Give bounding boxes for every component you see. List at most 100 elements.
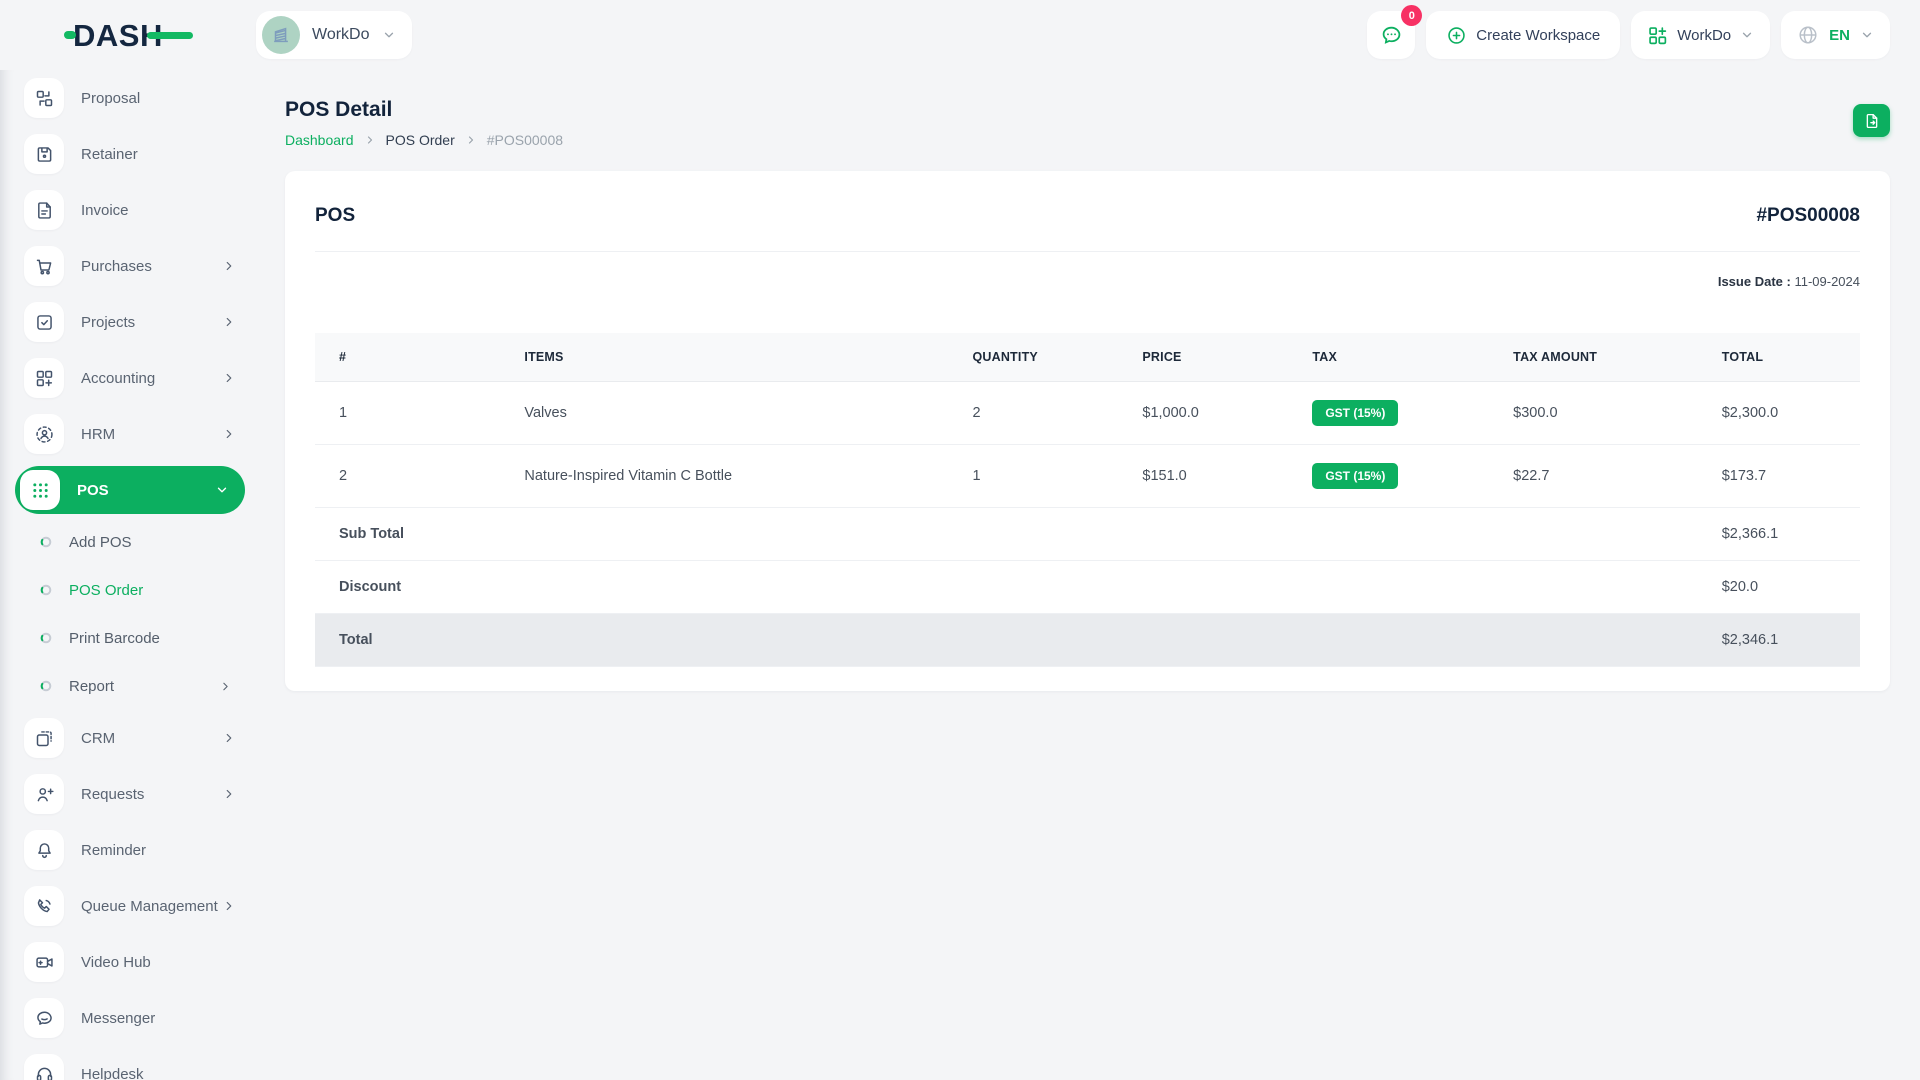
sidebar-subitem-pos-order[interactable]: POS Order: [40, 570, 242, 610]
pos-items-table: # ITEMS QUANTITY PRICE TAX TAX AMOUNT TO…: [315, 333, 1860, 667]
sidebar-item-messenger[interactable]: Messenger: [24, 994, 242, 1042]
sidebar-subitem-add-pos[interactable]: Add POS: [40, 522, 242, 562]
col-header-tax-amount: TAX AMOUNT: [1489, 333, 1698, 382]
breadcrumb-current: #POS00008: [486, 132, 564, 148]
chevron-right-icon: [226, 373, 232, 383]
workspace-selector[interactable]: WorkDo: [256, 11, 412, 59]
sidebar-item-requests[interactable]: Requests: [24, 770, 242, 818]
discount-value: $20.0: [1697, 560, 1860, 614]
cell-index: 1: [315, 381, 501, 445]
sidebar-item-retainer[interactable]: Retainer: [24, 130, 242, 178]
sidebar: Proposal Retainer Invoice Purchases Proj…: [0, 70, 256, 1080]
chevron-right-icon: [226, 317, 232, 327]
sidebar-subitem-report[interactable]: Report: [40, 666, 242, 706]
sidebar-subitem-print-barcode[interactable]: Print Barcode: [40, 618, 242, 658]
chevron-right-icon: [226, 261, 232, 271]
export-document-icon: [1866, 113, 1877, 128]
logo-dot-icon: [64, 31, 76, 39]
retainer-icon: [24, 134, 64, 174]
helpdesk-headset-icon: [24, 1054, 64, 1080]
issue-date-value: 11-09-2024: [1794, 274, 1860, 289]
pos-number: #POS00008: [1756, 205, 1860, 226]
sidebar-item-crm[interactable]: CRM: [24, 714, 242, 762]
total-row: Total $2,346.1: [315, 613, 1860, 667]
export-pos-button[interactable]: [1853, 104, 1890, 137]
chat-icon: [1382, 26, 1401, 44]
breadcrumb-separator-icon: [367, 136, 372, 144]
cell-tax: GST (15%): [1288, 381, 1490, 445]
cell-tax-amount: $22.7: [1489, 444, 1698, 508]
pos-card-title: POS: [315, 205, 356, 226]
bullet-ring-icon: [40, 584, 52, 596]
crm-icon: [24, 718, 64, 758]
bullet-ring-icon: [40, 680, 52, 692]
table-header-row: # ITEMS QUANTITY PRICE TAX TAX AMOUNT TO…: [315, 333, 1860, 382]
sidebar-item-queue-management[interactable]: Queue Management: [24, 882, 242, 930]
queue-phone-icon: [24, 886, 64, 926]
col-header-tax: TAX: [1288, 333, 1490, 382]
invoice-icon: [24, 190, 64, 230]
col-header-total: TOTAL: [1697, 333, 1860, 382]
cell-item: Nature-Inspired Vitamin C Bottle: [500, 444, 949, 508]
apps-grid-icon: [1649, 26, 1667, 44]
sidebar-item-hrm[interactable]: HRM: [24, 410, 242, 458]
cell-tax-amount: $300.0: [1489, 381, 1698, 445]
chevron-down-icon: [217, 487, 227, 493]
dash-logo[interactable]: DASH: [64, 20, 193, 51]
table-row: 1 Valves 2 $1,000.0 GST (15%) $300.0 $2,…: [315, 381, 1860, 445]
sidebar-item-projects[interactable]: Projects: [24, 298, 242, 346]
sidebar-item-video-hub[interactable]: Video Hub: [24, 938, 242, 986]
workspace-name: WorkDo: [312, 26, 370, 43]
top-bar: DASH WorkDo 0 Create Workspace WorkDo EN: [0, 0, 1920, 70]
create-workspace-button[interactable]: Create Workspace: [1426, 11, 1621, 59]
sidebar-item-invoice[interactable]: Invoice: [24, 186, 242, 234]
video-camera-icon: [24, 942, 64, 982]
issue-date-row: Issue Date : 11-09-2024: [315, 274, 1860, 289]
col-header-quantity: QUANTITY: [948, 333, 1119, 382]
tax-badge: GST (15%): [1312, 400, 1399, 426]
cell-tax: GST (15%): [1288, 444, 1490, 508]
workdo-menu-label: WorkDo: [1677, 26, 1732, 44]
messenger-icon: [24, 998, 64, 1038]
hrm-icon: [24, 414, 64, 454]
language-label: EN: [1829, 26, 1850, 44]
bullet-ring-icon: [40, 536, 52, 548]
sidebar-item-proposal[interactable]: Proposal: [24, 74, 242, 122]
chevron-right-icon: [223, 682, 228, 690]
col-header-index: #: [315, 333, 501, 382]
workdo-apps-menu[interactable]: WorkDo: [1631, 11, 1771, 59]
messages-button[interactable]: 0: [1367, 5, 1423, 59]
cell-total: $173.7: [1697, 444, 1860, 508]
sidebar-item-pos[interactable]: POS: [15, 466, 245, 514]
cell-price: $1,000.0: [1118, 381, 1289, 445]
breadcrumb: Dashboard POS Order #POS00008: [285, 132, 563, 148]
subtotal-label: Sub Total: [315, 507, 1698, 561]
total-value: $2,346.1: [1697, 613, 1860, 667]
workspace-avatar: [262, 16, 300, 54]
sidebar-item-purchases[interactable]: Purchases: [24, 242, 242, 290]
cell-price: $151.0: [1118, 444, 1289, 508]
proposal-icon: [24, 78, 64, 118]
breadcrumb-dashboard-link[interactable]: Dashboard: [285, 132, 354, 148]
sidebar-item-reminder[interactable]: Reminder: [24, 826, 242, 874]
create-workspace-label: Create Workspace: [1476, 26, 1601, 44]
pos-detail-card: POS #POS00008 Issue Date : 11-09-2024 # …: [285, 171, 1890, 691]
col-header-items: ITEMS: [500, 333, 949, 382]
sidebar-item-accounting[interactable]: Accounting: [24, 354, 242, 402]
subtotal-value: $2,366.1: [1697, 507, 1860, 561]
main-content: POS Detail Dashboard POS Order #POS00008: [256, 70, 1920, 1080]
sidebar-item-helpdesk[interactable]: Helpdesk: [24, 1050, 242, 1080]
col-header-price: PRICE: [1118, 333, 1289, 382]
requests-icon: [24, 774, 64, 814]
total-label: Total: [315, 613, 1698, 667]
pos-icon: [20, 470, 60, 510]
breadcrumb-pos-order-link[interactable]: POS Order: [386, 132, 455, 148]
bullet-ring-icon: [40, 632, 52, 644]
chevron-down-icon: [384, 32, 393, 38]
cell-index: 2: [315, 444, 501, 508]
plus-circle-icon: [1448, 26, 1466, 44]
cell-quantity: 2: [948, 381, 1119, 445]
language-selector[interactable]: EN: [1781, 11, 1890, 59]
chevron-right-icon: [226, 901, 232, 911]
logo-zone: DASH: [0, 20, 256, 51]
